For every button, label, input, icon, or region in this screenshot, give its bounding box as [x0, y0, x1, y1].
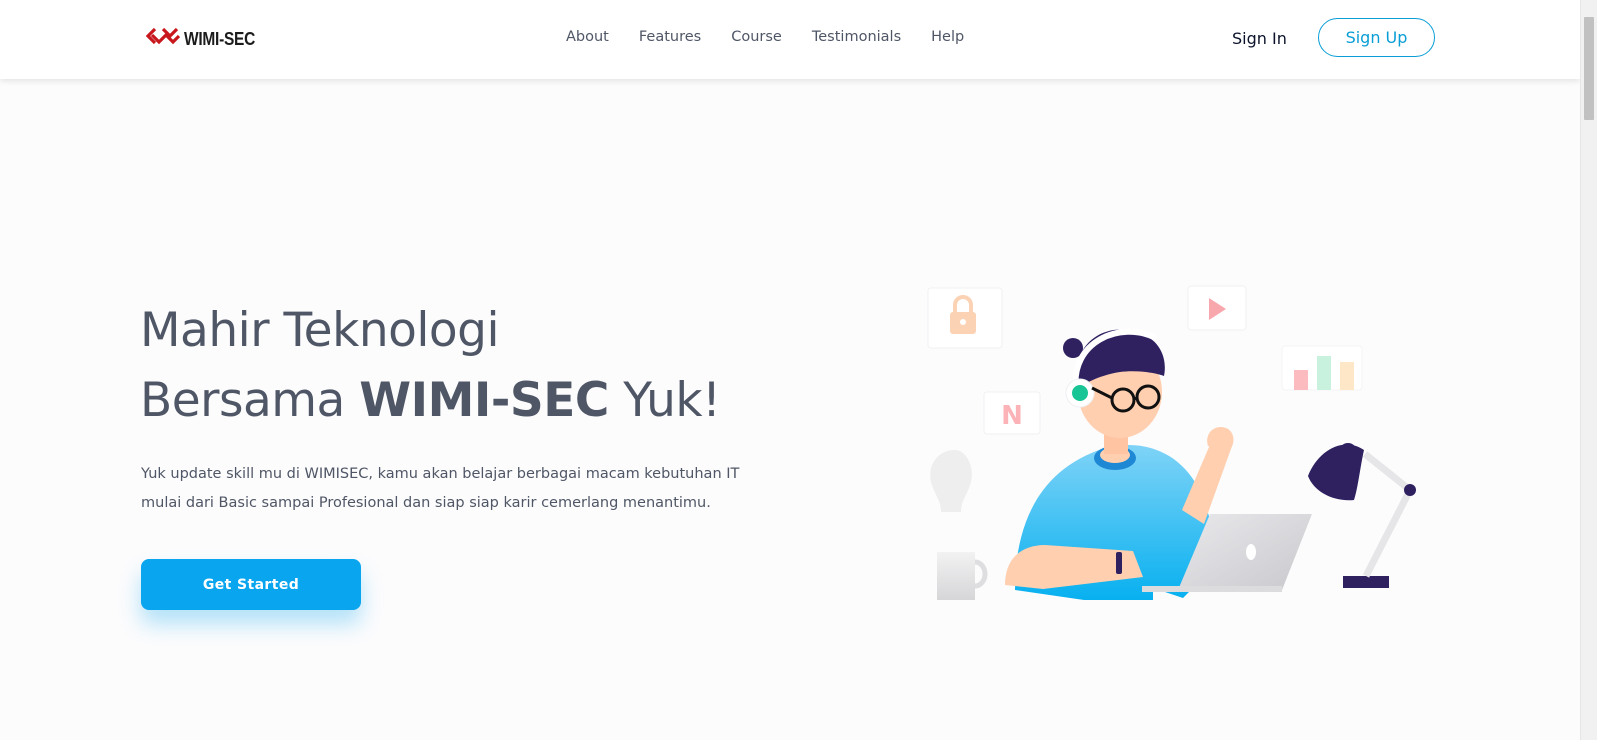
main-nav: About Features Course Testimonials Help: [566, 29, 994, 45]
hero-title-line1: Mahir Teknologi: [140, 303, 500, 358]
desk-lamp-icon: [1308, 443, 1416, 588]
page-scrollbar[interactable]: [1580, 0, 1597, 740]
play-icon: [1187, 285, 1247, 331]
hero-illustration: N: [927, 285, 1416, 600]
mug-icon: [937, 552, 988, 600]
get-started-button[interactable]: Get Started: [141, 559, 361, 610]
scrollbar-thumb[interactable]: [1584, 17, 1594, 120]
lightbulb-icon: [930, 450, 972, 512]
nav-features[interactable]: Features: [639, 29, 701, 45]
n-letter-card: N: [983, 391, 1041, 435]
svg-text:N: N: [1001, 401, 1023, 431]
top-navbar: WIMI-SEC About Features Course Testimoni…: [0, 0, 1580, 79]
wimi-sec-logo-icon: [146, 27, 180, 45]
hero-title-line2-prefix: Bersama: [140, 373, 360, 428]
bar-chart-icon: [1281, 345, 1363, 391]
nav-about[interactable]: About: [566, 29, 609, 45]
nav-testimonials[interactable]: Testimonials: [812, 29, 901, 45]
hero-title-brand: WIMI-SEC: [359, 373, 609, 428]
brand-name: WIMI-SEC: [184, 28, 256, 49]
hero-description: Yuk update skill mu di WIMISEC, kamu aka…: [141, 460, 761, 518]
sign-up-button[interactable]: Sign Up: [1318, 18, 1435, 57]
nav-course[interactable]: Course: [731, 29, 782, 45]
brand-logo[interactable]: WIMI-SEC: [146, 25, 267, 53]
hero-title-line2-suffix: Yuk!: [608, 373, 721, 428]
nav-help[interactable]: Help: [931, 29, 964, 45]
hero-description-line1: Yuk update skill mu di WIMISEC, kamu aka…: [141, 466, 740, 482]
sign-in-link[interactable]: Sign In: [1232, 29, 1287, 48]
hero-title: Mahir Teknologi Bersama WIMI-SEC Yuk!: [140, 296, 721, 436]
lock-icon: [927, 287, 1003, 349]
hero-description-line2: mulai dari Basic sampai Profesional dan …: [141, 495, 711, 511]
